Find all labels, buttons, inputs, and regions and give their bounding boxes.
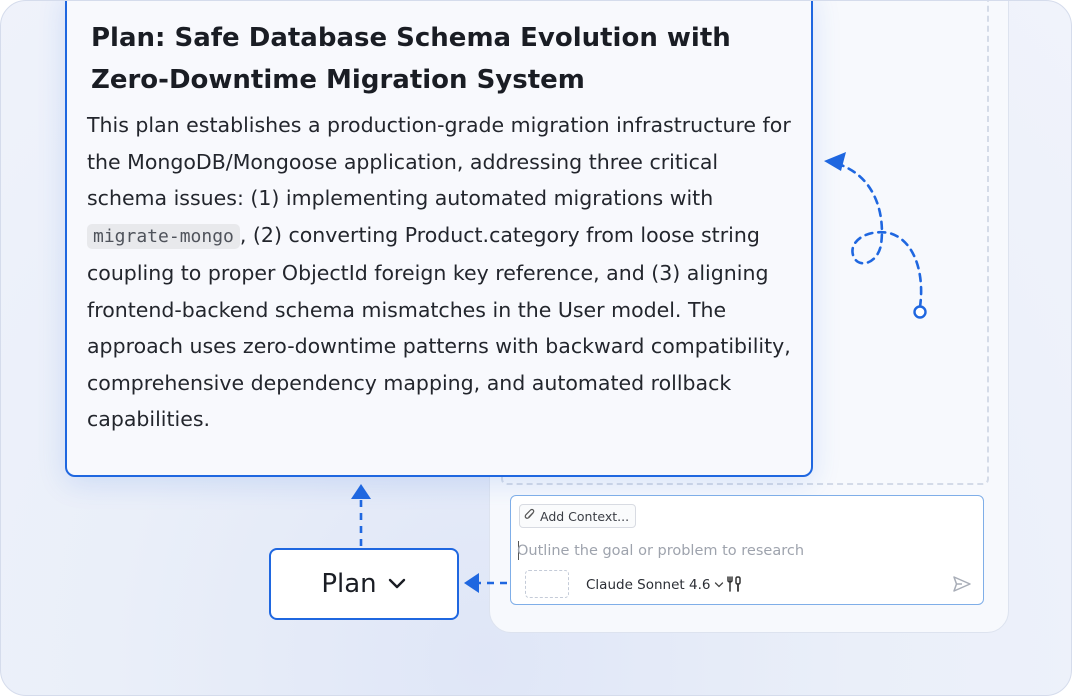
plan-mode-label: Plan bbox=[321, 569, 377, 599]
up-arrowhead bbox=[351, 484, 371, 499]
attachment-slot[interactable] bbox=[525, 570, 569, 598]
chevron-down-icon bbox=[710, 577, 724, 593]
loop-arrowhead bbox=[824, 152, 846, 171]
loop-connector-arrow bbox=[839, 163, 923, 309]
chevron-down-icon bbox=[387, 577, 407, 591]
model-label: Claude Sonnet 4.6 bbox=[586, 577, 711, 593]
add-context-label: Add Context... bbox=[540, 508, 630, 524]
add-context-button[interactable]: Add Context... bbox=[519, 504, 637, 528]
canvas: Plan: Safe Database Schema Evolution wit… bbox=[0, 0, 1072, 696]
paperclip-icon bbox=[524, 508, 540, 524]
send-icon[interactable] bbox=[952, 575, 972, 597]
tools-icon[interactable] bbox=[725, 575, 743, 597]
composer: Add Context... Claude Sonnet 4.6 bbox=[510, 495, 984, 605]
goal-input[interactable] bbox=[517, 539, 957, 563]
loop-anchor-dot bbox=[913, 305, 927, 319]
plan-mode-button[interactable]: Plan bbox=[269, 548, 459, 620]
model-selector[interactable]: Claude Sonnet 4.6 bbox=[586, 574, 724, 596]
left-arrowhead bbox=[464, 573, 479, 593]
